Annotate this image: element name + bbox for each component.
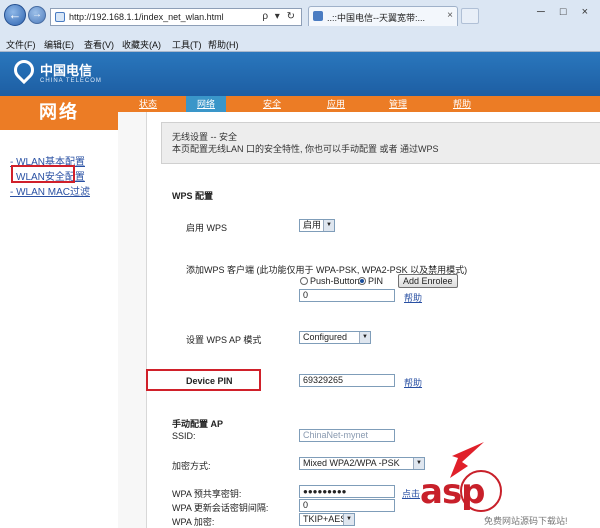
tab-security[interactable]: 安全	[252, 96, 292, 112]
wpa-psk-label: WPA 预共享密钥:	[172, 489, 242, 499]
watermark-logo: asp 免费网站源码下载站!	[418, 466, 600, 528]
device-pin-field[interactable]: 69329265	[299, 374, 395, 387]
info-box: 无线设置 -- 安全 本页配置无线LAN 口的安全特性, 你也可以手动配置 或者…	[161, 122, 600, 164]
logo-subtext: CHINA TELECOM	[40, 78, 102, 84]
highlight-box	[11, 165, 75, 183]
window-controls[interactable]: ─ □ ×	[537, 6, 594, 18]
page-icon	[55, 12, 65, 22]
add-enrolee-button[interactable]: Add Enrolee	[398, 274, 458, 288]
wpa-encryption-value: TKIP+AES	[303, 514, 347, 524]
help-link-pin[interactable]: 帮助	[404, 291, 422, 304]
info-description: 本页配置无线LAN 口的安全特性, 你也可以手动配置 或者 通过WPS	[172, 144, 439, 154]
address-text[interactable]: http://192.168.1.1/index_net_wlan.html	[69, 12, 224, 22]
enable-wps-select[interactable]: 启用 ▼	[299, 219, 335, 232]
menu-edit[interactable]: 编辑(E)	[44, 38, 74, 51]
chevron-down-icon: ▼	[323, 220, 334, 231]
wps-heading: WPS 配置	[172, 191, 214, 201]
push-button-label: Push-Button	[310, 276, 360, 286]
back-arrow-icon[interactable]: ←	[4, 4, 26, 26]
wps-ap-mode-label: 设置 WPS AP 模式	[186, 335, 262, 345]
tab-favicon-icon	[313, 11, 323, 21]
china-telecom-logo: 中国电信 CHINA TELECOM	[9, 55, 124, 90]
tab-close-icon[interactable]: ×	[447, 10, 453, 21]
chevron-down-icon: ▼	[359, 332, 370, 343]
rekey-interval-label: WPA 更新会话密钥间隔:	[172, 503, 269, 513]
wpa-psk-field[interactable]: ●●●●●●●●●	[299, 485, 395, 498]
ssid-field[interactable]: ChinaNet-mynet	[299, 429, 395, 442]
rekey-interval-field[interactable]: 0	[299, 499, 395, 512]
wps-ap-mode-value: Configured	[303, 332, 348, 342]
help-link-device-pin[interactable]: 帮助	[404, 376, 422, 389]
browser-tab[interactable]: ..::中国电信--天翼宽带:... ×	[308, 6, 458, 26]
tab-apps[interactable]: 应用	[316, 96, 356, 112]
chevron-down-icon: ▼	[343, 514, 354, 525]
manual-ap-heading: 手动配置 AP	[172, 419, 224, 429]
enable-wps-label: 启用 WPS	[186, 223, 228, 233]
wpa-encryption-select[interactable]: TKIP+AES ▼	[299, 513, 355, 526]
password-highlight-box	[146, 369, 261, 391]
menu-file[interactable]: 文件(F)	[6, 38, 36, 51]
new-tab-button[interactable]	[461, 8, 479, 24]
telecom-logo-icon	[9, 55, 39, 85]
address-tools[interactable]: ρ ▾ ↻	[262, 11, 297, 22]
menu-favorites[interactable]: 收藏夹(A)	[122, 38, 161, 51]
tab-title: ..::中国电信--天翼宽带:...	[327, 13, 425, 23]
encryption-select[interactable]: Mixed WPA2/WPA -PSK ▼	[299, 457, 425, 470]
browser-chrome: ← → http://192.168.1.1/index_net_wlan.ht…	[0, 0, 600, 52]
sidebar-item-wlan-mac-filter[interactable]: - WLAN MAC过滤	[10, 183, 90, 198]
pin-input[interactable]: 0	[299, 289, 395, 302]
menu-tools[interactable]: 工具(T)	[172, 38, 202, 51]
pin-label: PIN	[368, 276, 384, 286]
watermark-subtext: 免费网站源码下载站!	[484, 516, 568, 526]
tab-manage[interactable]: 管理	[378, 96, 418, 112]
address-bar[interactable]: http://192.168.1.1/index_net_wlan.html ρ…	[50, 8, 302, 26]
menu-help[interactable]: 帮助(H)	[208, 38, 239, 51]
panel-divider	[118, 112, 146, 528]
pin-radio[interactable]	[358, 277, 366, 285]
enable-wps-value: 启用	[303, 220, 322, 230]
wps-ap-mode-select[interactable]: Configured ▼	[299, 331, 371, 344]
menu-view[interactable]: 查看(V)	[84, 38, 114, 51]
logo-text: 中国电信	[40, 64, 93, 79]
encryption-value: Mixed WPA2/WPA -PSK	[303, 458, 400, 468]
tab-status[interactable]: 状态	[128, 96, 168, 112]
ssid-label: SSID:	[172, 431, 196, 441]
tab-help[interactable]: 帮助	[442, 96, 482, 112]
encryption-label: 加密方式:	[172, 461, 211, 471]
watermark-text: asp	[420, 472, 486, 512]
tab-network[interactable]: 网络	[186, 96, 226, 112]
menu-bar: 文件(F) 编辑(E) 查看(V) 收藏夹(A) 工具(T) 帮助(H)	[0, 36, 600, 52]
wpa-encryption-label: WPA 加密:	[172, 517, 215, 527]
push-button-radio[interactable]	[300, 277, 308, 285]
section-title: 网络	[0, 96, 118, 130]
forward-arrow-icon[interactable]: →	[28, 6, 46, 24]
portal-header: 中国电信 CHINA TELECOM	[0, 52, 600, 96]
